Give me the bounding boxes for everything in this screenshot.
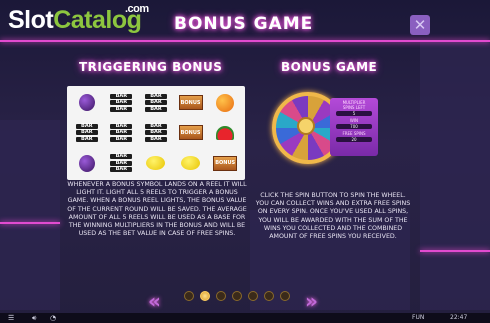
page-dot[interactable]	[248, 291, 258, 301]
reel-cell: BONUS	[174, 118, 208, 147]
game-mode-label: FUN	[412, 314, 425, 321]
bar-symbol: BAR BAR BAR	[110, 123, 133, 142]
reel-cell: BONUS	[208, 149, 242, 178]
neon-line	[0, 40, 490, 42]
slotcatalog-logo: SlotCatalog .com	[8, 3, 149, 35]
bonus-symbol: BONUS	[178, 95, 203, 111]
lemon-symbol	[181, 156, 201, 171]
win-label: WIN	[349, 118, 359, 123]
background-building	[420, 40, 490, 310]
orange-symbol	[216, 93, 235, 112]
menu-icon[interactable]: ☰	[8, 313, 14, 323]
next-page-button[interactable]: »	[305, 289, 318, 313]
bar-symbol: BAR BAR BAR	[144, 93, 167, 112]
bonus-game-heading: Bonus Game	[281, 60, 378, 74]
bar-symbol: BAR BAR BAR	[110, 154, 133, 173]
page-dot[interactable]	[200, 291, 210, 301]
reel-cell: BONUS	[174, 88, 208, 117]
bottom-status-bar: ☰ 🔊︎ ◔ FUN 22:47	[0, 313, 490, 323]
lemon-symbol	[146, 156, 166, 171]
free-spins-label: FREE SPINS	[342, 131, 366, 136]
clock: 22:47	[450, 314, 468, 321]
settings-icon[interactable]: ◔	[50, 313, 56, 323]
page-dot[interactable]	[184, 291, 194, 301]
bonus-game-description: CLICK THE SPIN BUTTON TO SPIN THE WHEEL.…	[255, 192, 411, 241]
bonus-wheel-illustration: MULTIPLIER SPINS LEFT 5 WIN 700 FREE SPI…	[266, 88, 398, 170]
melon-symbol	[216, 125, 235, 140]
background-building	[0, 120, 60, 310]
bar-symbol: BAR BAR BAR	[75, 123, 98, 142]
page-dot[interactable]	[264, 291, 274, 301]
bonus-symbol: BONUS	[213, 155, 238, 171]
page-title: Bonus Game	[174, 14, 314, 34]
wheel-hub	[297, 117, 315, 135]
page-dot[interactable]	[280, 291, 290, 301]
spins-left-label: SPINS LEFT	[342, 105, 366, 110]
win-value: 700	[336, 124, 372, 129]
plum-symbol	[78, 154, 95, 172]
reel-cell: BAR BAR BAR	[105, 88, 139, 117]
reel-cell: BAR BAR BAR	[70, 118, 104, 147]
bonus-symbol: BONUS	[178, 125, 203, 141]
bar-symbol: BAR BAR BAR	[110, 93, 133, 112]
double-chevron-left-icon: «	[148, 289, 161, 313]
plum-symbol	[78, 94, 95, 112]
triggering-bonus-heading: Triggering Bonus	[79, 60, 223, 74]
reel-cell	[208, 88, 242, 117]
reel-cell	[139, 149, 173, 178]
neon-line	[420, 250, 490, 252]
reel-cell	[208, 118, 242, 147]
reel-cell: BAR BAR BAR	[139, 88, 173, 117]
reel-cell: BAR BAR BAR	[139, 118, 173, 147]
spins-left-value: 5	[336, 111, 372, 116]
triggering-bonus-description: WHENEVER A BONUS SYMBOL LANDS ON A REEL …	[67, 181, 247, 238]
bar-symbol: BAR BAR BAR	[144, 123, 167, 142]
bonus-info-panel: MULTIPLIER SPINS LEFT 5 WIN 700 FREE SPI…	[330, 98, 378, 156]
reel-cell	[70, 149, 104, 178]
double-chevron-right-icon: »	[305, 289, 318, 313]
reel-cell: BAR BAR BAR	[105, 149, 139, 178]
page-dot[interactable]	[232, 291, 242, 301]
reel-grid: BAR BAR BAR BAR BAR BAR BONUS BAR BAR BAR BAR BAR BA…	[67, 86, 245, 180]
close-button[interactable]: ✕	[410, 15, 430, 35]
neon-line	[0, 222, 60, 224]
speaker-icon[interactable]: 🔊︎	[32, 313, 36, 323]
logo-text-slot: Slot	[8, 6, 54, 34]
reel-cell	[174, 149, 208, 178]
logo-dotcom: .com	[125, 3, 149, 15]
reel-cell	[70, 88, 104, 117]
page-dot[interactable]	[216, 291, 226, 301]
page-indicator	[184, 291, 290, 301]
reel-cell: BAR BAR BAR	[105, 118, 139, 147]
close-x-icon: ✕	[413, 16, 427, 34]
free-spins-value: 20	[336, 137, 372, 142]
prev-page-button[interactable]: «	[148, 289, 161, 313]
